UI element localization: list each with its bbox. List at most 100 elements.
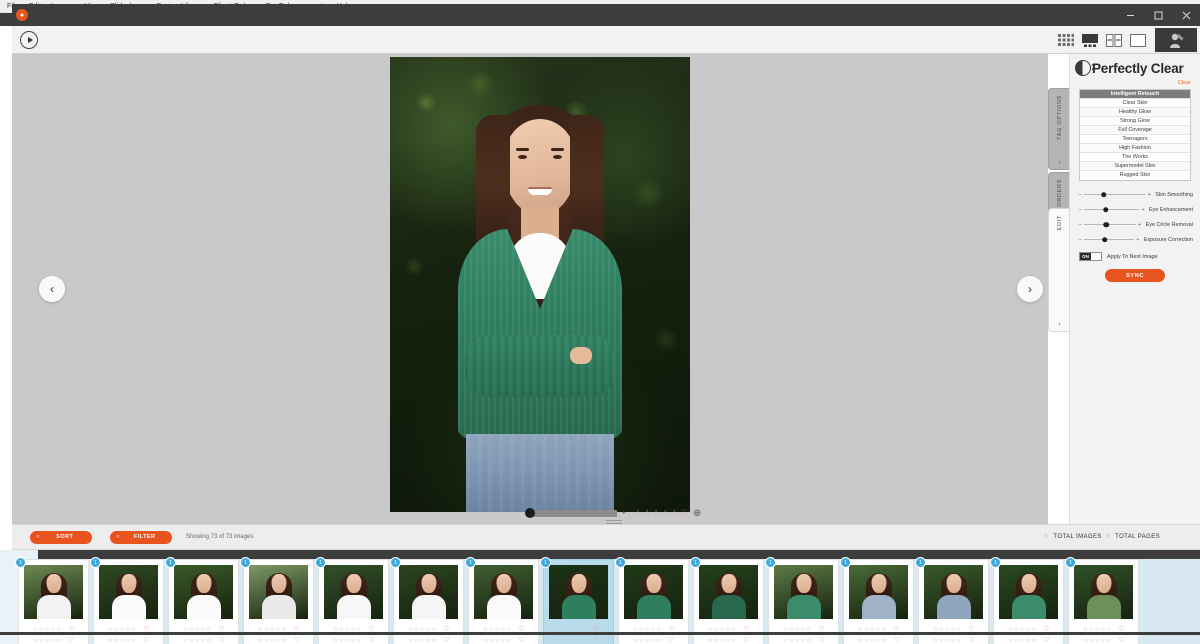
slider-track-exposure-correction[interactable] (1084, 236, 1134, 243)
star-icon-2[interactable]: ☆ (939, 637, 944, 644)
thumbnail-item-next-row[interactable]: ☆ ☆ ☆ ☆ ☆ ♡ (768, 634, 839, 644)
thumbnail-stars[interactable]: ☆ ☆ ☆ ☆ ☆ (783, 637, 812, 644)
apply-to-next-image-toggle[interactable]: ON (1079, 252, 1102, 261)
star-icon-5[interactable]: ☆ (581, 637, 586, 644)
play-slideshow-icon[interactable] (20, 30, 38, 49)
thumbnail-item-next-row[interactable]: ☆ ☆ ☆ ☆ ☆ ♡ (468, 634, 539, 644)
star-icon-1[interactable]: ☆ (634, 508, 642, 519)
star-icon-2[interactable]: ☆ (789, 637, 794, 644)
star-icon-2[interactable]: ☆ (864, 637, 869, 644)
star-icon-1[interactable]: ☆ (858, 637, 863, 644)
slider-eye-circle-removal[interactable]: – + Eye Circle Removal (1077, 217, 1193, 232)
thumbnail-item-next-row[interactable]: ☆ ☆ ☆ ☆ ☆ ♡ (168, 634, 239, 644)
thumbnail-item-next-row[interactable]: ☆ ☆ ☆ ☆ ☆ ♡ (393, 634, 464, 644)
star-icon-1[interactable]: ☆ (258, 637, 263, 644)
thumbnail-item[interactable]: 1 ☆ ☆ ☆ ☆ ☆ ♡ (315, 557, 389, 637)
slider-exposure-correction[interactable]: – + Exposure Correction (1077, 232, 1193, 247)
star-icon-5[interactable]: ☆ (731, 637, 736, 644)
slider-knob-skin-smoothing[interactable] (1100, 191, 1107, 198)
star-icon-4[interactable]: ☆ (661, 508, 669, 519)
plus-icon-skin-smoothing[interactable]: + (1146, 192, 1152, 198)
thumbnail-stars[interactable]: ☆ ☆ ☆ ☆ ☆ (108, 637, 137, 644)
star-icon-4[interactable]: ☆ (200, 637, 205, 644)
minus-icon-exposure-correction[interactable]: – (1077, 237, 1083, 243)
favorite-heart-icon[interactable]: ♡ (969, 636, 975, 644)
filmstrip-view-icon[interactable] (1080, 32, 1100, 48)
thumbnail-item-next-row[interactable]: ☆ ☆ ☆ ☆ ☆ ♡ (843, 634, 914, 644)
thumbnail-item[interactable]: 1 ☆ ☆ ☆ ☆ ☆ ♡ (615, 557, 689, 637)
thumbnail-stars[interactable]: ☆ ☆ ☆ ☆ ☆ (183, 637, 212, 644)
star-icon-3[interactable]: ☆ (644, 637, 649, 644)
star-icon-1[interactable]: ☆ (708, 637, 713, 644)
star-icon-2[interactable]: ☆ (714, 637, 719, 644)
star-icon-4[interactable]: ☆ (50, 637, 55, 644)
sidebar-tab-tag-options[interactable]: TAG OPTIONS › (1048, 88, 1070, 170)
star-icon-4[interactable]: ☆ (650, 637, 655, 644)
star-icon-1[interactable]: ☆ (783, 637, 788, 644)
thumbnail-item-next-row[interactable]: ☆ ☆ ☆ ☆ ☆ ♡ (318, 634, 389, 644)
favorite-heart-icon[interactable]: ♡ (594, 636, 600, 644)
favorite-heart-icon[interactable]: ♡ (894, 636, 900, 644)
minimize-button[interactable] (1116, 4, 1144, 26)
star-icon-1[interactable]: ☆ (333, 637, 338, 644)
thumbnail-item-next-row[interactable]: ☆ ☆ ☆ ☆ ☆ ♡ (693, 634, 764, 644)
star-icon-4[interactable]: ☆ (1100, 637, 1105, 644)
preset-healthy-glow[interactable]: Healthy Glow (1080, 108, 1190, 117)
preset-teenagers[interactable]: Teenagers (1080, 135, 1190, 144)
favorite-heart-icon[interactable]: ♡ (669, 636, 675, 644)
preset-clear-skin[interactable]: Clear Skin (1080, 99, 1190, 108)
star-icon-2[interactable]: ☆ (339, 637, 344, 644)
star-icon-1[interactable]: ☆ (1008, 637, 1013, 644)
star-icon-1[interactable]: ☆ (108, 637, 113, 644)
star-icon-5[interactable]: ☆ (431, 637, 436, 644)
thumbnail-stars[interactable]: ☆ ☆ ☆ ☆ ☆ (558, 637, 587, 644)
thumbnail-item[interactable]: 1 ☆ ☆ ☆ ☆ ☆ ♡ (390, 557, 464, 637)
star-icon-2[interactable]: ☆ (39, 637, 44, 644)
thumbnail-item-next-row[interactable]: ☆ ☆ ☆ ☆ ☆ ♡ (243, 634, 314, 644)
slider-knob-exposure-correction[interactable] (1102, 236, 1108, 243)
star-icon-3[interactable]: ☆ (1094, 637, 1099, 644)
zoom-plus-icon[interactable]: + (622, 510, 626, 517)
star-icon-5[interactable]: ☆ (56, 637, 61, 644)
star-icon-1[interactable]: ☆ (483, 637, 488, 644)
star-icon-5[interactable]: ☆ (670, 508, 678, 519)
preset-high-fashion[interactable]: High Fashion (1080, 144, 1190, 153)
slider-track-eye-circle-removal[interactable] (1084, 221, 1136, 228)
star-icon-4[interactable]: ☆ (575, 637, 580, 644)
thumbnail-stars[interactable]: ☆ ☆ ☆ ☆ ☆ (483, 637, 512, 644)
star-icon-1[interactable]: ☆ (183, 637, 188, 644)
star-icon-3[interactable]: ☆ (119, 637, 124, 644)
star-icon-5[interactable]: ☆ (1031, 637, 1036, 644)
favorite-heart-icon[interactable]: ♡ (294, 636, 300, 644)
star-icon-1[interactable]: ☆ (558, 637, 563, 644)
thumbnail-stars[interactable]: ☆ ☆ ☆ ☆ ☆ (1008, 637, 1037, 644)
favorite-heart-icon[interactable]: ♡ (69, 636, 75, 644)
thumbnail-item-next-row[interactable]: ☆ ☆ ☆ ☆ ☆ ♡ (1068, 634, 1139, 644)
preset-full-coverage[interactable]: Full Coverage (1080, 126, 1190, 135)
thumbnail-item[interactable]: 1 ☆ ☆ ☆ ☆ ☆ ♡ (90, 557, 164, 637)
sort-button[interactable]: ‹ SORT (30, 530, 92, 544)
star-icon-4[interactable]: ☆ (1025, 637, 1030, 644)
next-image-arrow-icon[interactable]: › (1017, 276, 1043, 302)
retouch-tool-icon[interactable] (1155, 28, 1197, 52)
star-icon-3[interactable]: ☆ (652, 508, 660, 519)
slider-knob-eye-enhancement[interactable] (1103, 206, 1109, 213)
preset-rugged-skin[interactable]: Rugged Skin (1080, 171, 1190, 180)
star-icon-1[interactable]: ☆ (408, 637, 413, 644)
plus-icon-eye-enhancement[interactable]: + (1140, 207, 1146, 213)
star-icon-2[interactable]: ☆ (1089, 637, 1094, 644)
star-icon-4[interactable]: ☆ (800, 637, 805, 644)
favorite-heart-icon[interactable]: ♡ (1044, 636, 1050, 644)
slider-knob-eye-circle-removal[interactable] (1103, 221, 1109, 228)
star-icon-4[interactable]: ☆ (950, 637, 955, 644)
minus-icon-eye-enhancement[interactable]: – (1077, 207, 1083, 213)
preset-intelligent-retouch[interactable]: Intelligent Retouch (1080, 90, 1190, 99)
thumbnail-stars[interactable]: ☆ ☆ ☆ ☆ ☆ (333, 637, 362, 644)
slider-eye-enhancement[interactable]: – + Eye Enhancement (1077, 202, 1193, 217)
maximize-button[interactable] (1144, 4, 1172, 26)
preset-the-works[interactable]: The Works (1080, 153, 1190, 162)
star-icon-4[interactable]: ☆ (725, 637, 730, 644)
star-icon-5[interactable]: ☆ (956, 637, 961, 644)
thumbnail-item[interactable]: 1 ☆ ☆ ☆ ☆ ☆ ♡ (915, 557, 989, 637)
star-icon-5[interactable]: ☆ (806, 637, 811, 644)
